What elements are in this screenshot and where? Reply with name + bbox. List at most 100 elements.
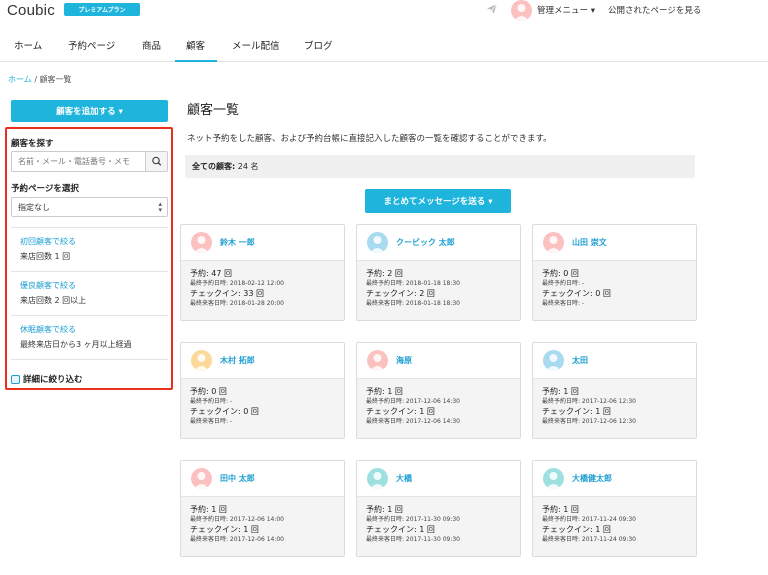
customer-reservations: 予約: 1 回 [366, 387, 403, 396]
breadcrumb-home[interactable]: ホーム [8, 75, 32, 84]
customer-card-body: 予約: 1 回最終予約日時: 2017-12-06 12:30 チェックイン: 1… [533, 379, 696, 438]
customer-checkins: チェックイン: 0 回 [542, 289, 611, 298]
customer-card[interactable]: 大橋健太郎予約: 1 回最終予約日時: 2017-11-24 09:30 チェック… [532, 460, 697, 557]
public-page-link[interactable]: 公開されたページを見る [608, 4, 701, 16]
customer-last-visit: 最終来客日時: 2018-01-18 18:30 [366, 300, 460, 307]
page-description: ネット予約をした顧客、および予約台帳に直接記入した顧客の一覧を確認することができ… [187, 134, 552, 144]
nav-item-mail[interactable]: メール配信 [232, 38, 280, 52]
customer-checkins: チェックイン: 1 回 [366, 525, 435, 534]
customer-last-reservation: 最終予約日時: - [190, 398, 233, 405]
breadcrumb: ホーム / 顧客一覧 [8, 74, 72, 85]
customer-card-header: 海原 [357, 343, 520, 379]
customer-card-body: 予約: 0 回最終予約日時: - チェックイン: 0 回最終来客日時: - [181, 379, 344, 438]
nav-item-blog[interactable]: ブログ [304, 38, 333, 52]
customer-name[interactable]: 大橋健太郎 [572, 473, 612, 484]
customer-avatar [191, 350, 212, 371]
customer-card-header: クービック 太郎 [357, 225, 520, 261]
customer-last-visit: 最終来客日時: 2017-11-30 09:30 [366, 536, 460, 543]
customer-checkins: チェックイン: 2 回 [366, 289, 435, 298]
customer-card-header: 田中 太郎 [181, 461, 344, 497]
nav-item-home[interactable]: ホーム [14, 38, 42, 52]
customer-name[interactable]: 山田 崇文 [572, 237, 607, 248]
main-nav: ホーム 予約ページ 商品 顧客 メール配信 ブログ [0, 26, 768, 62]
customer-name[interactable]: 太田 [572, 355, 588, 366]
customer-last-reservation: 最終予約日時: 2018-02-12 12:00 [190, 280, 284, 287]
logo[interactable]: Coubic [7, 2, 55, 19]
page-select-title: 予約ページを選択 [11, 184, 79, 194]
nav-item-products[interactable]: 商品 [142, 38, 161, 52]
nav-item-reservation-pages[interactable]: 予約ページ [68, 38, 115, 52]
plan-badge: プレミアムプラン [64, 3, 140, 16]
customer-name[interactable]: 大橋 [396, 473, 412, 484]
page-select[interactable]: 指定なし ▴ ▾ [11, 197, 168, 217]
customer-card-header: 大橋健太郎 [533, 461, 696, 497]
customer-last-visit: 最終来客日時: 2017-12-06 14:00 [190, 536, 284, 543]
customer-card[interactable]: 田中 太郎予約: 1 回最終予約日時: 2017-12-06 14:00 チェック… [180, 460, 345, 557]
search-input[interactable] [12, 152, 146, 171]
select-arrows-icon: ▴ ▾ [158, 200, 162, 214]
customer-card[interactable]: 木村 拓郎 予約: 0 回最終予約日時: - チェックイン: 0 回最終来客日時: … [180, 342, 345, 439]
customer-card-header: 太田 [533, 343, 696, 379]
customer-avatar [543, 350, 564, 371]
customer-card-body: 予約: 47 回最終予約日時: 2018-02-12 12:00 チェックイン: … [181, 261, 344, 320]
add-customer-button[interactable]: 顧客を追加する ▾ [11, 100, 168, 122]
nav-item-customers[interactable]: 顧客 [186, 38, 205, 52]
customer-card-body: 予約: 1 回最終予約日時: 2017-11-24 09:30 チェックイン: 1… [533, 497, 696, 556]
filter-link[interactable]: 休眠顧客で絞る [20, 324, 168, 335]
customer-avatar [367, 468, 388, 489]
search-field [11, 151, 168, 172]
customer-last-visit: 最終来客日時: - [542, 300, 585, 307]
customer-reservations: 予約: 0 回 [190, 387, 227, 396]
customer-last-reservation: 最終予約日時: 2017-12-06 12:30 [542, 398, 636, 405]
send-icon[interactable] [486, 3, 498, 15]
customer-last-visit: 最終来客日時: 2018-01-28 20:00 [190, 300, 284, 307]
filter-desc: 来店回数 2 回以上 [20, 296, 87, 305]
filter-link[interactable]: 初回顧客で絞る [20, 236, 168, 247]
page-select-value: 指定なし [18, 203, 50, 212]
customer-last-visit: 最終来客日時: 2017-12-06 14:30 [366, 418, 460, 425]
filter-loyal: 優良顧客で絞る 来店回数 2 回以上 [11, 272, 168, 316]
admin-menu[interactable]: 管理メニュー ▾ [537, 4, 595, 16]
customer-last-reservation: 最終予約日時: - [542, 280, 585, 287]
detail-filter-checkbox[interactable] [11, 374, 20, 384]
customer-checkins: チェックイン: 1 回 [542, 407, 611, 416]
customer-card[interactable]: 大橋 予約: 1 回最終予約日時: 2017-11-30 09:30 チェックイン:… [356, 460, 521, 557]
filter-link[interactable]: 優良顧客で絞る [20, 280, 168, 291]
customer-name[interactable]: 海原 [396, 355, 412, 366]
customer-checkins: チェックイン: 1 回 [190, 525, 259, 534]
customer-name[interactable]: 鈴木 一郎 [220, 237, 255, 248]
customer-checkins: チェックイン: 1 回 [366, 407, 435, 416]
customer-reservations: 予約: 2 回 [366, 269, 403, 278]
customer-name[interactable]: クービック 太郎 [396, 237, 455, 248]
customer-name[interactable]: 木村 拓郎 [220, 355, 255, 366]
customer-card[interactable]: 太田予約: 1 回最終予約日時: 2017-12-06 12:30 チェックイン:… [532, 342, 697, 439]
avatar[interactable] [511, 0, 532, 21]
customer-card[interactable]: 山田 崇文予約: 0 回最終予約日時: - チェックイン: 0 回最終来客日時: … [532, 224, 697, 321]
search-icon [152, 156, 162, 166]
customer-avatar [543, 468, 564, 489]
customer-card-body: 予約: 1 回最終予約日時: 2017-12-06 14:30 チェックイン: 1… [357, 379, 520, 438]
customer-card-header: 木村 拓郎 [181, 343, 344, 379]
customer-last-reservation: 最終予約日時: 2017-12-06 14:00 [190, 516, 284, 523]
search-button[interactable] [145, 152, 167, 171]
customer-checkins: チェックイン: 33 回 [190, 289, 264, 298]
customer-last-reservation: 最終予約日時: 2017-12-06 14:30 [366, 398, 460, 405]
customer-reservations: 予約: 0 回 [542, 269, 579, 278]
customer-checkins: チェックイン: 0 回 [190, 407, 259, 416]
customer-card-body: 予約: 1 回最終予約日時: 2017-12-06 14:00 チェックイン: 1… [181, 497, 344, 556]
customer-card-body: 予約: 0 回最終予約日時: - チェックイン: 0 回最終来客日時: - [533, 261, 696, 320]
bulk-message-button[interactable]: まとめてメッセージを送る ▾ [365, 189, 511, 213]
customer-last-reservation: 最終予約日時: 2017-11-24 09:30 [542, 516, 636, 523]
customer-card[interactable]: クービック 太郎 予約: 2 回最終予約日時: 2018-01-18 18:30 チ… [356, 224, 521, 321]
search-title: 顧客を探す [11, 139, 54, 149]
breadcrumb-separator: / [34, 75, 38, 84]
customer-card[interactable]: 海原予約: 1 回最終予約日時: 2017-12-06 14:30 チェックイン:… [356, 342, 521, 439]
customer-card[interactable]: 鈴木 一郎予約: 47 回最終予約日時: 2018-02-12 12:00 チェッ… [180, 224, 345, 321]
total-label: 全ての顧客: [192, 162, 236, 171]
detail-filter-toggle[interactable]: 詳細に絞り込む [11, 373, 83, 385]
filter-first-time: 初回顧客で絞る 来店回数 1 回 [11, 228, 168, 272]
customer-reservations: 予約: 47 回 [190, 269, 232, 278]
nav-active-indicator [175, 60, 217, 62]
customer-name[interactable]: 田中 太郎 [220, 473, 255, 484]
customer-reservations: 予約: 1 回 [190, 505, 227, 514]
